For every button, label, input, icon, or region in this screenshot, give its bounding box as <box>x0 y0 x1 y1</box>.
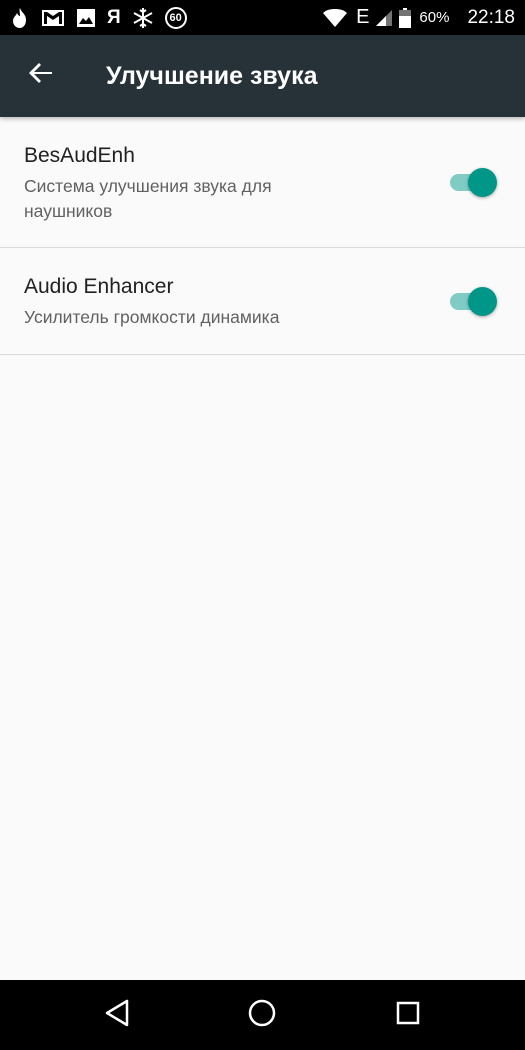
nav-home-button[interactable] <box>242 995 282 1035</box>
network-type: E <box>356 6 370 28</box>
clock: 22:18 <box>467 6 515 28</box>
status-bar: Я 60 E 60% 22:18 <box>0 0 525 35</box>
back-button[interactable] <box>18 52 64 98</box>
notification-icons: Я 60 <box>10 0 187 35</box>
preference-item-besaudenh[interactable]: BesAudEnh Система улучшения звука для на… <box>0 117 525 248</box>
recents-square-icon <box>395 1000 421 1031</box>
app-toolbar: Улучшение звука <box>0 35 525 117</box>
preference-summary: Усилитель громкости динамика <box>24 307 280 327</box>
wifi-icon <box>322 8 348 28</box>
snowflake-icon <box>132 7 154 29</box>
page-title: Улучшение звука <box>106 62 318 90</box>
audio-enhancer-toggle-switch[interactable] <box>448 283 498 319</box>
gmail-icon <box>41 8 65 28</box>
tinder-flame-icon <box>10 7 30 29</box>
battery-icon <box>399 7 412 28</box>
switch-thumb <box>468 287 497 316</box>
speed-60-icon: 60 <box>164 6 187 29</box>
navigation-bar <box>0 980 525 1050</box>
signal-icon <box>375 9 393 27</box>
nav-back-button[interactable] <box>97 995 137 1035</box>
preference-item-audio-enhancer[interactable]: Audio Enhancer Усилитель громкости динам… <box>0 248 525 355</box>
arrow-back-icon <box>28 60 54 91</box>
switch-thumb <box>468 168 497 197</box>
besaudenh-toggle-switch[interactable] <box>448 164 498 200</box>
preference-list: BesAudEnh Система улучшения звука для на… <box>0 117 525 355</box>
home-circle-icon <box>247 998 277 1033</box>
preference-title: Audio Enhancer <box>24 275 174 298</box>
system-status-icons: E 60% 22:18 <box>322 0 515 35</box>
nav-recents-button[interactable] <box>388 995 428 1035</box>
yandex-icon: Я <box>107 6 121 28</box>
battery-percent: 60% <box>419 9 450 26</box>
image-icon <box>76 8 96 28</box>
back-triangle-icon <box>104 999 130 1032</box>
preference-title: BesAudEnh <box>24 144 135 167</box>
preference-summary: Система улучшения звука для наушников <box>24 176 272 221</box>
